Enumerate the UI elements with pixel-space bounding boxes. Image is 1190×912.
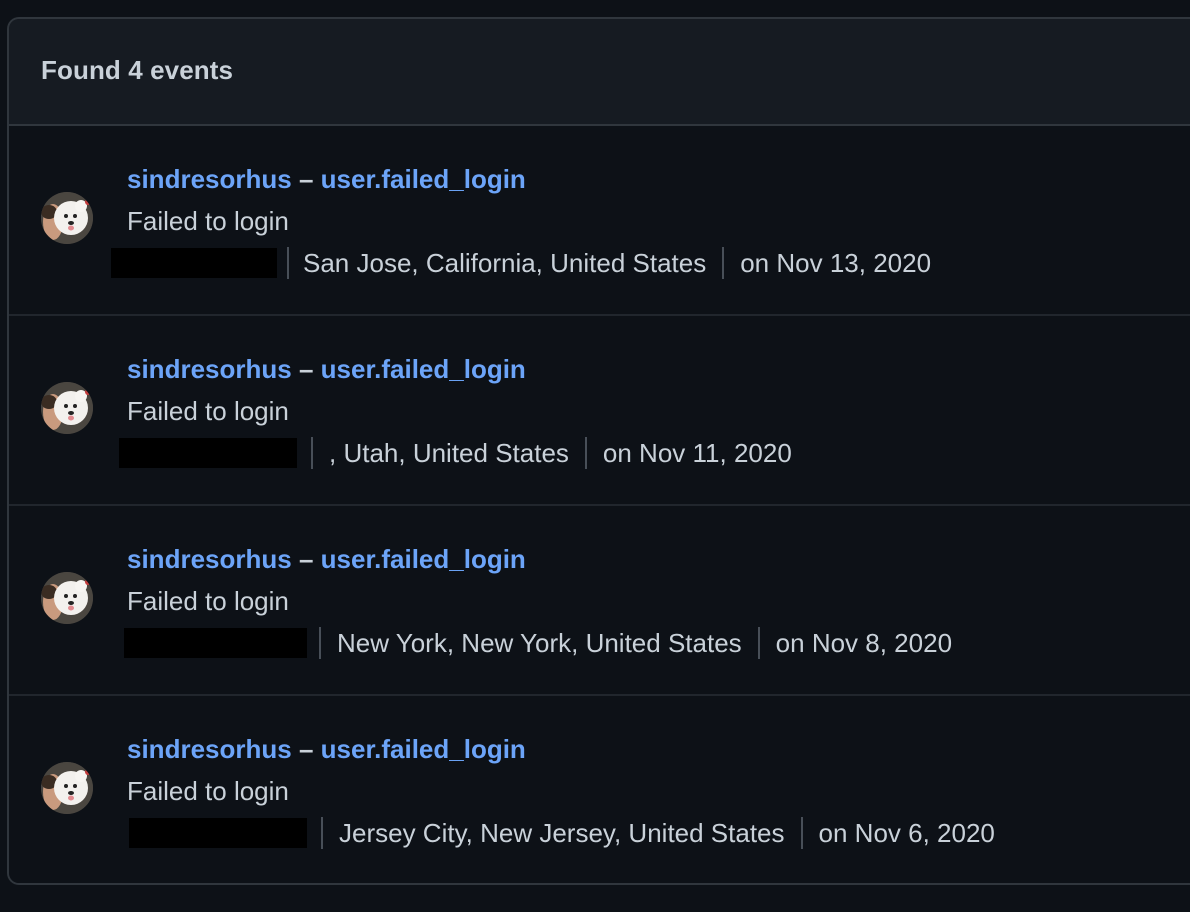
user-link[interactable]: sindresorhus <box>127 354 292 384</box>
action-link[interactable]: user.failed_login <box>321 734 526 764</box>
redacted-ip <box>111 248 277 278</box>
event-description: Failed to login <box>127 396 289 426</box>
event-description: Failed to login <box>127 586 289 616</box>
event-location: San Jose, California, United States <box>303 247 707 278</box>
meta-divider <box>800 817 803 849</box>
event-meta: New York, New York, United States on Nov… <box>124 626 952 660</box>
event-title: sindresorhus – user.failed_login <box>127 164 526 195</box>
event-list: sindresorhus – user.failed_login Failed … <box>9 126 1190 883</box>
meta-divider <box>321 817 323 849</box>
panel-header: Found 4 events <box>9 19 1190 126</box>
event-title: sindresorhus – user.failed_login <box>127 354 526 385</box>
user-link[interactable]: sindresorhus <box>127 734 292 764</box>
meta-divider <box>722 247 725 279</box>
event-meta: , Utah, United States on Nov 11, 2020 <box>119 436 792 470</box>
avatar[interactable] <box>41 382 93 434</box>
title-separator: – <box>298 544 321 574</box>
avatar-image <box>41 572 93 624</box>
meta-divider <box>311 437 313 469</box>
event-row: sindresorhus – user.failed_login Failed … <box>9 696 1190 883</box>
avatar[interactable] <box>41 762 93 814</box>
redacted-ip <box>129 818 307 848</box>
meta-divider <box>584 437 587 469</box>
action-link[interactable]: user.failed_login <box>321 544 526 574</box>
meta-divider <box>757 627 760 659</box>
event-date[interactable]: on Nov 11, 2020 <box>603 438 792 469</box>
action-link[interactable]: user.failed_login <box>321 164 526 194</box>
redacted-ip <box>124 628 307 658</box>
event-meta: San Jose, California, United States on N… <box>111 246 931 280</box>
event-row: sindresorhus – user.failed_login Failed … <box>9 316 1190 506</box>
action-link[interactable]: user.failed_login <box>321 354 526 384</box>
event-description: Failed to login <box>127 206 289 236</box>
event-description: Failed to login <box>127 776 289 806</box>
audit-log-panel: Found 4 events sindresorhus – user.faile… <box>7 17 1190 885</box>
event-row: sindresorhus – user.failed_login Failed … <box>9 126 1190 316</box>
events-count-title: Found 4 events <box>41 55 234 85</box>
title-separator: – <box>298 354 321 384</box>
redacted-ip <box>119 438 297 468</box>
event-title: sindresorhus – user.failed_login <box>127 544 526 575</box>
event-date[interactable]: on Nov 13, 2020 <box>740 248 931 279</box>
avatar-image <box>41 382 93 434</box>
title-separator: – <box>298 164 321 194</box>
event-location: Jersey City, New Jersey, United States <box>339 817 785 848</box>
event-location: New York, New York, United States <box>337 627 742 658</box>
event-date[interactable]: on Nov 6, 2020 <box>819 818 995 849</box>
meta-divider <box>287 247 289 279</box>
avatar-image <box>41 762 93 814</box>
user-link[interactable]: sindresorhus <box>127 544 292 574</box>
event-row: sindresorhus – user.failed_login Failed … <box>9 506 1190 696</box>
event-meta: Jersey City, New Jersey, United States o… <box>129 816 995 850</box>
avatar-image <box>41 192 93 244</box>
title-separator: – <box>298 734 321 764</box>
meta-divider <box>319 627 321 659</box>
event-title: sindresorhus – user.failed_login <box>127 734 526 765</box>
user-link[interactable]: sindresorhus <box>127 164 292 194</box>
event-location: , Utah, United States <box>329 437 569 468</box>
avatar[interactable] <box>41 192 93 244</box>
event-date[interactable]: on Nov 8, 2020 <box>776 628 952 659</box>
avatar[interactable] <box>41 572 93 624</box>
